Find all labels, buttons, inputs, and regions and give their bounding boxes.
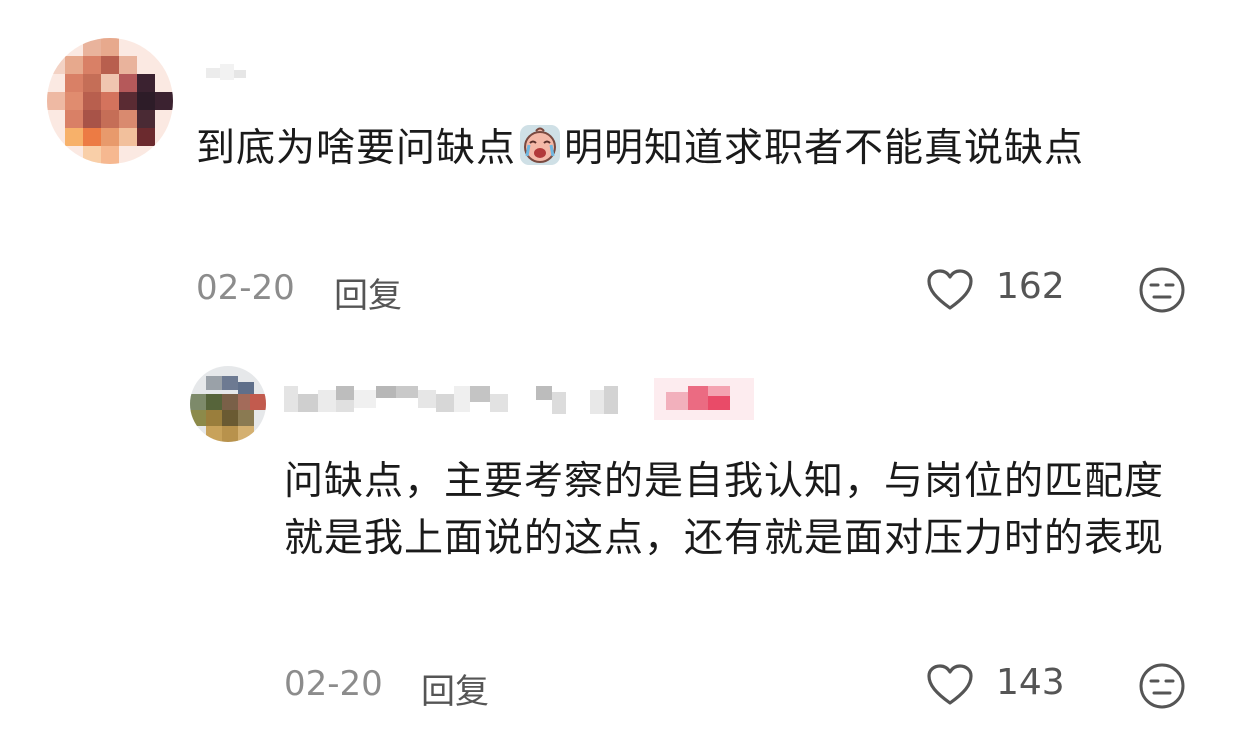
reply-text: 问缺点，主要考察的是自我认知，与岗位的匹配度就是我上面说的这点，还有就是面对压力… xyxy=(284,459,1165,561)
like-count: 162 xyxy=(996,266,1065,307)
commenter-avatar[interactable] xyxy=(47,38,173,164)
comment-text-part-2: 明明知道求职者不能真说缺点 xyxy=(564,126,1085,171)
replier-username-blurred[interactable] xyxy=(280,372,760,422)
comment-text-part-1: 到底为啥要问缺点 xyxy=(196,126,517,171)
reply-button[interactable]: 回复 xyxy=(334,268,402,317)
heart-outline-icon[interactable] xyxy=(926,268,974,312)
heart-outline-icon[interactable] xyxy=(926,663,974,707)
neutral-face-icon[interactable] xyxy=(1138,662,1186,710)
commenter-username-blurred[interactable] xyxy=(204,62,248,82)
reply-date: 02-20 xyxy=(284,664,383,704)
comment-date: 02-20 xyxy=(196,268,295,308)
reply-button[interactable]: 回复 xyxy=(421,664,489,713)
comment-text: 到底为啥要问缺点 明明知道求职者不能真说缺点 xyxy=(196,120,1196,177)
like-count: 143 xyxy=(996,662,1065,703)
crying-face-emoji xyxy=(518,123,562,167)
replier-avatar[interactable] xyxy=(190,366,266,442)
neutral-face-icon[interactable] xyxy=(1138,266,1186,314)
